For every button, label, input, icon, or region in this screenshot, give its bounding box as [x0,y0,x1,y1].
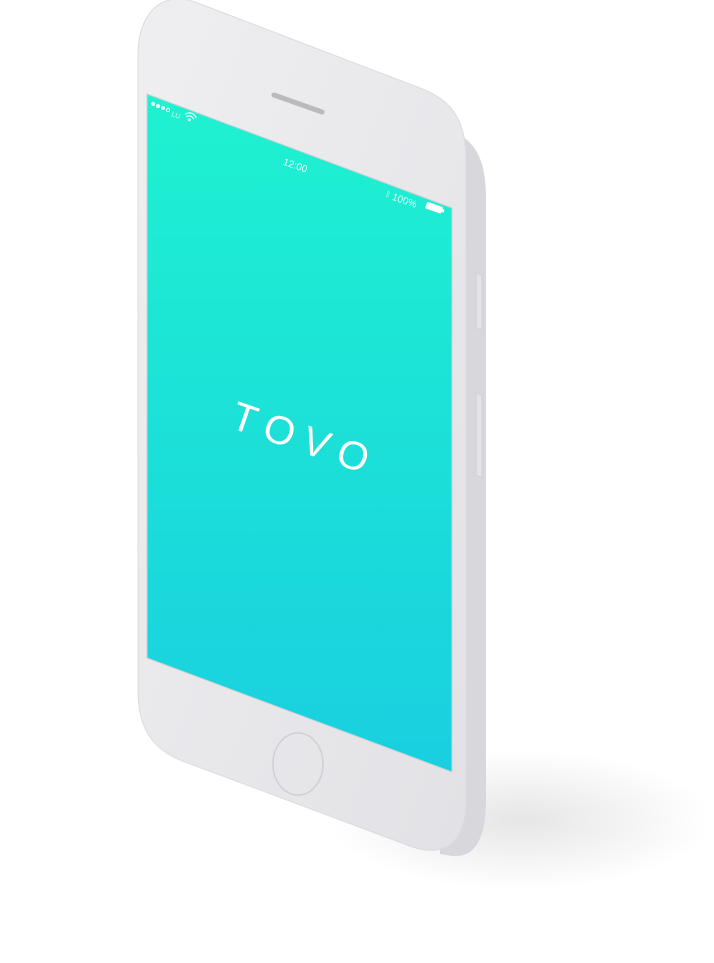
volume-button [475,271,483,331]
phone-mockup-scene: LU ᛒ 12:00 100% TOVO [0,0,714,963]
power-button [475,391,483,479]
